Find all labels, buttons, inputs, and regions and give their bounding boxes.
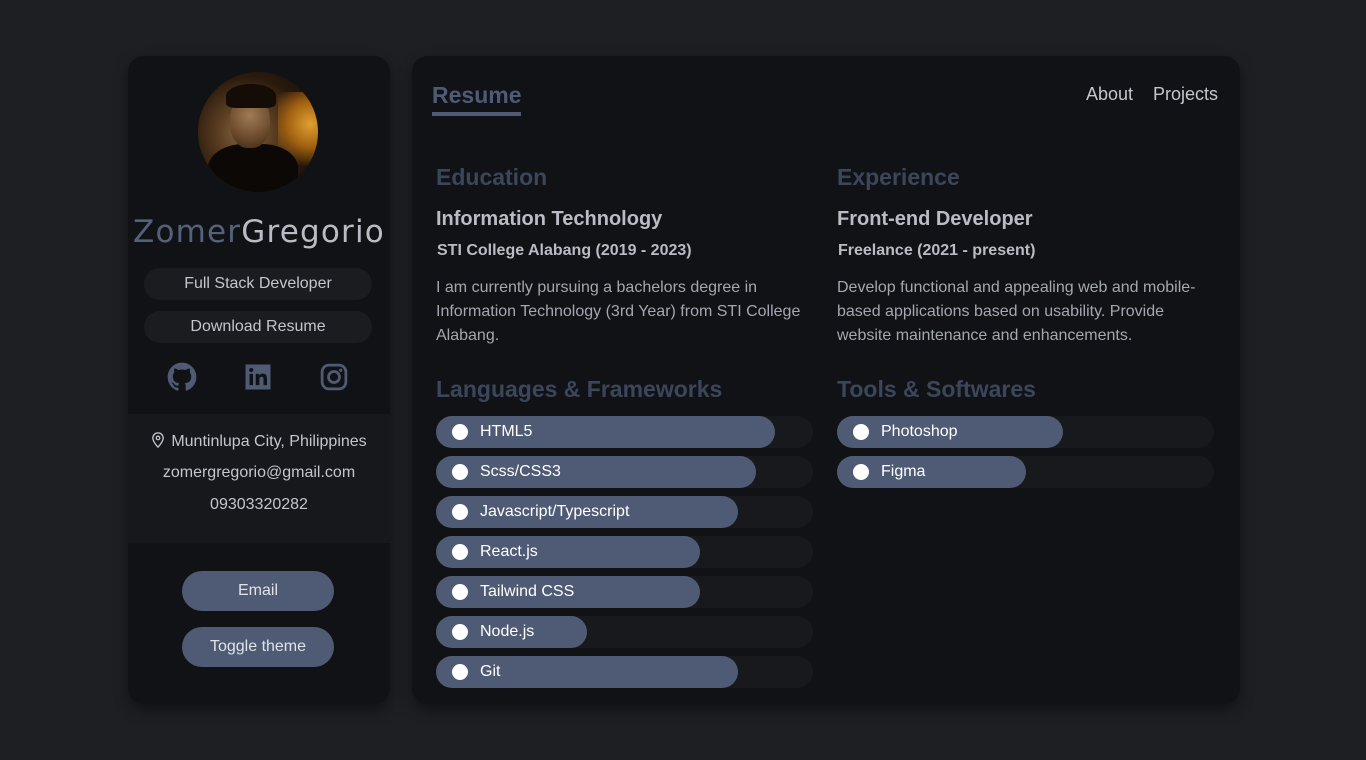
nav-about-link[interactable]: About	[1086, 84, 1133, 105]
languages-list: HTML5 Scss/CSS3 Javascript/Typescript React…	[436, 416, 813, 696]
languages-heading: Languages & Frameworks	[436, 376, 723, 402]
skill-dot-icon	[452, 424, 468, 440]
experience-description: Develop functional and appealing web and…	[837, 279, 1196, 344]
toggle-theme-button[interactable]: Toggle theme	[182, 627, 334, 667]
education-heading: Education	[436, 164, 548, 190]
experience-title: Front-end Developer	[837, 208, 1033, 230]
tools-list: Photoshop Figma	[837, 416, 1214, 496]
linkedin-icon[interactable]	[243, 362, 273, 392]
email-button[interactable]: Email	[182, 571, 334, 611]
instagram-icon[interactable]	[319, 362, 349, 392]
skill-bar: Git	[436, 656, 813, 688]
skill-dot-icon	[452, 464, 468, 480]
skill-label: Photoshop	[881, 423, 958, 440]
skill-label: Javascript/Typescript	[480, 503, 630, 520]
skill-label: Tailwind CSS	[480, 583, 575, 600]
skill-dot-icon	[452, 544, 468, 560]
profile-name: ZomerGregorio	[128, 214, 390, 250]
skill-bar-fill	[436, 536, 700, 568]
education-description: I am currently pursuing a bachelors degr…	[436, 279, 801, 344]
last-name: Gregorio	[241, 214, 385, 250]
skill-dot-icon	[452, 624, 468, 640]
skill-dot-icon	[853, 424, 869, 440]
profile-sidebar: ZomerGregorio Full Stack Developer Downl…	[128, 56, 390, 704]
skill-bar: Tailwind CSS	[436, 576, 813, 608]
skill-dot-icon	[452, 504, 468, 520]
skill-bar: HTML5	[436, 416, 813, 448]
skill-bar: Figma	[837, 456, 1214, 488]
social-links	[128, 362, 390, 396]
phone-text: 09303320282	[210, 496, 308, 513]
skill-label: Figma	[881, 463, 926, 480]
role-badge: Full Stack Developer	[144, 268, 372, 300]
skill-bar: React.js	[436, 536, 813, 568]
tools-heading: Tools & Softwares	[837, 376, 1036, 402]
avatar	[198, 72, 318, 192]
nav-projects-link[interactable]: Projects	[1153, 84, 1218, 105]
skill-bar: Photoshop	[837, 416, 1214, 448]
email-text: zomergregorio@gmail.com	[162, 464, 356, 481]
download-resume-button[interactable]: Download Resume	[144, 311, 372, 343]
experience-company: Freelance (2021 - present)	[838, 242, 1036, 259]
location-text: Muntinlupa City, Philippines	[171, 433, 367, 450]
skill-label: React.js	[480, 543, 538, 560]
contact-info: Muntinlupa City, Philippines zomergregor…	[128, 414, 390, 543]
skill-bar: Scss/CSS3	[436, 456, 813, 488]
skill-dot-icon	[853, 464, 869, 480]
skill-bar: Javascript/Typescript	[436, 496, 813, 528]
location-row: Muntinlupa City, Philippines	[128, 432, 390, 451]
github-icon[interactable]	[167, 362, 197, 392]
first-name: Zomer	[133, 214, 242, 250]
location-pin-icon	[152, 432, 165, 449]
skill-bar: Node.js	[436, 616, 813, 648]
skill-label: Scss/CSS3	[480, 463, 561, 480]
skill-label: HTML5	[480, 423, 533, 440]
education-title: Information Technology	[436, 208, 663, 230]
page-title[interactable]: Resume	[432, 82, 522, 116]
experience-heading: Experience	[837, 164, 960, 190]
education-school: STI College Alabang (2019 - 2023)	[437, 242, 692, 259]
skill-dot-icon	[452, 664, 468, 680]
skill-label: Node.js	[480, 623, 535, 640]
skill-dot-icon	[452, 584, 468, 600]
skill-label: Git	[480, 663, 501, 680]
resume-panel: Resume About Projects Education Informat…	[412, 56, 1240, 704]
